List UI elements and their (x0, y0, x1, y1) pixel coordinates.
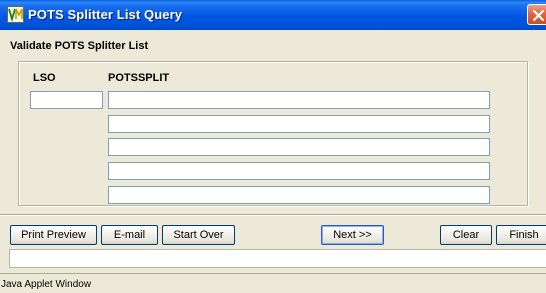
potssplit-input-2[interactable] (108, 115, 490, 133)
title-bar[interactable]: POTS Splitter List Query (0, 0, 546, 30)
clear-button[interactable]: Clear (440, 225, 492, 245)
print-preview-button[interactable]: Print Preview (10, 225, 97, 245)
message-area (9, 249, 546, 268)
email-button[interactable]: E-mail (101, 225, 158, 245)
close-icon (532, 9, 545, 22)
next-button[interactable]: Next >> (321, 225, 384, 245)
potssplit-input-4[interactable] (108, 162, 490, 180)
status-bar: Java Applet Window (0, 273, 546, 293)
app-icon (7, 6, 24, 23)
lso-column-label: LSO (33, 72, 56, 84)
status-text: Java Applet Window (1, 279, 92, 290)
finish-button[interactable]: Finish (496, 225, 546, 245)
potssplit-input-1[interactable] (108, 91, 490, 109)
applet-window: POTS Splitter List Query Validate POTS S… (0, 0, 546, 293)
separator (0, 214, 546, 216)
splitter-list-group (18, 61, 528, 206)
potssplit-input-3[interactable] (108, 138, 490, 156)
potssplit-input-5[interactable] (108, 186, 490, 204)
start-over-button[interactable]: Start Over (162, 225, 235, 245)
potssplit-column-label: POTSSPLIT (108, 72, 170, 84)
lso-input[interactable] (30, 91, 103, 109)
window-title: POTS Splitter List Query (28, 7, 183, 22)
form-header: Validate POTS Splitter List (10, 40, 149, 52)
close-button[interactable] (527, 4, 546, 25)
